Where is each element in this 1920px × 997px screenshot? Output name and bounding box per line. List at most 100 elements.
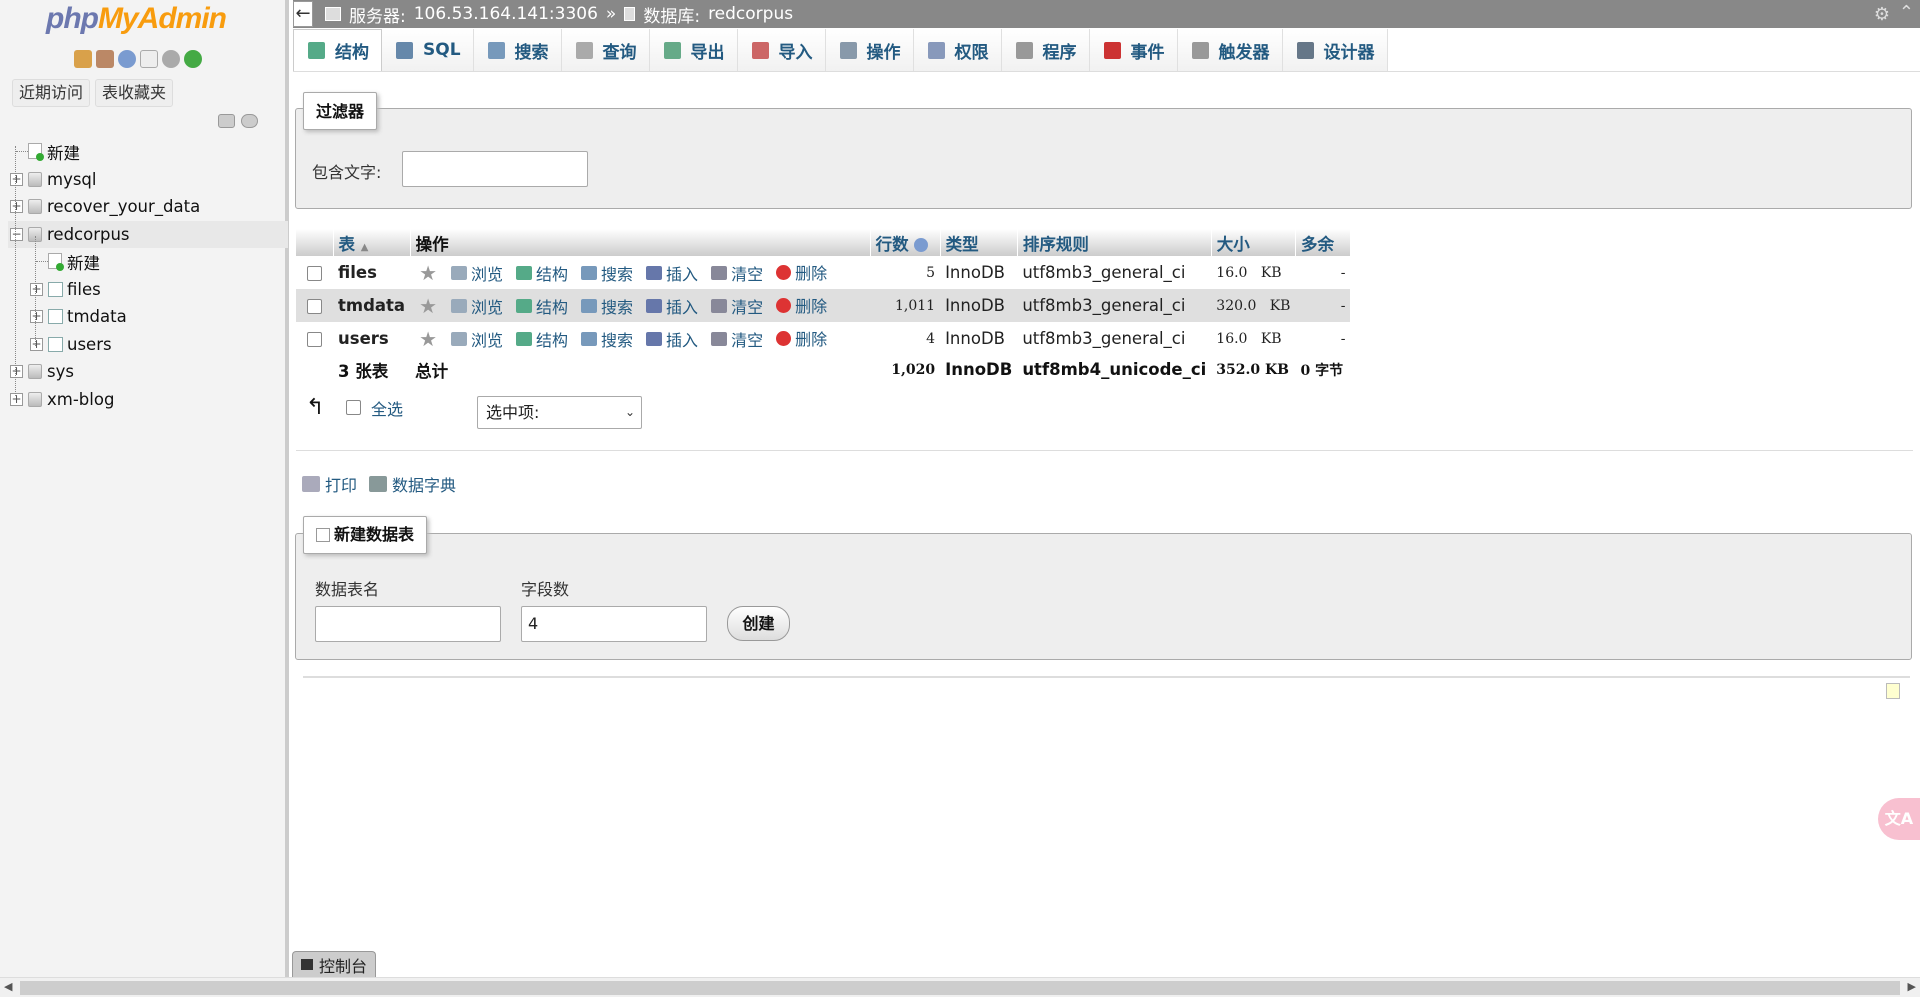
database-link[interactable]: redcorpus: [708, 4, 793, 24]
tab-query[interactable]: 查询: [561, 29, 650, 71]
collapse-all-icon[interactable]: [218, 114, 235, 128]
scrollbar-thumb[interactable]: [20, 981, 1900, 995]
tab-structure[interactable]: 结构: [293, 29, 382, 71]
tree-item-label[interactable]: 新建: [47, 140, 80, 164]
header-overhead[interactable]: 多余: [1295, 229, 1351, 256]
header-table[interactable]: 表 ▲: [333, 229, 411, 256]
search-link[interactable]: 搜索: [581, 294, 633, 318]
tree-item--[interactable]: 新建: [8, 138, 288, 166]
tree-item-mysql[interactable]: + mysql: [8, 166, 288, 194]
table-name-input[interactable]: [315, 606, 501, 642]
home-icon[interactable]: [74, 50, 92, 68]
tree-item-xm-blog[interactable]: + xm-blog: [8, 386, 288, 414]
print-link[interactable]: 打印: [302, 472, 357, 496]
tree-item-label[interactable]: tmdata: [67, 307, 127, 326]
drop-link[interactable]: 删除: [776, 260, 827, 284]
tab-events[interactable]: 事件: [1089, 29, 1178, 71]
tree-item-label[interactable]: users: [67, 335, 112, 354]
tree-item-label[interactable]: xm-blog: [47, 390, 114, 409]
settings-icon[interactable]: [162, 50, 180, 68]
help-icon[interactable]: [118, 50, 136, 68]
header-collation[interactable]: 排序规则: [1017, 229, 1212, 256]
column-count-input[interactable]: 4: [521, 606, 707, 642]
horizontal-scrollbar[interactable]: ◀ ▶: [0, 977, 1920, 997]
tab-triggers[interactable]: 触发器: [1177, 29, 1283, 71]
header-rows[interactable]: 行数: [870, 229, 941, 256]
tree-item--[interactable]: 新建: [8, 248, 288, 276]
tree-item-label[interactable]: sys: [47, 362, 74, 381]
console-tab[interactable]: 控制台: [292, 951, 376, 977]
tab-routines[interactable]: 程序: [1001, 29, 1090, 71]
collapse-icon[interactable]: −: [10, 227, 23, 241]
insert-link[interactable]: 插入: [646, 261, 698, 285]
search-link[interactable]: 搜索: [581, 327, 633, 351]
tree-item-label[interactable]: files: [67, 280, 101, 299]
favorite-star-icon[interactable]: ★: [419, 294, 437, 318]
expand-icon[interactable]: +: [10, 392, 23, 406]
tree-item-label[interactable]: mysql: [47, 170, 97, 189]
tab-designer[interactable]: 设计器: [1282, 29, 1388, 71]
browse-link[interactable]: 浏览: [451, 327, 503, 351]
favorite-star-icon[interactable]: ★: [419, 261, 437, 285]
row-size[interactable]: 16.0 KB: [1211, 256, 1295, 289]
favorite-star-icon[interactable]: ★: [419, 327, 437, 351]
structure-link[interactable]: 结构: [516, 327, 568, 351]
row-size[interactable]: 16.0 KB: [1211, 322, 1295, 355]
row-size[interactable]: 320.0 KB: [1211, 289, 1296, 322]
tab-export[interactable]: 导出: [649, 29, 738, 71]
tab-wrench[interactable]: 操作: [825, 29, 914, 71]
drop-link[interactable]: 删除: [776, 326, 827, 350]
expand-icon[interactable]: +: [10, 172, 23, 186]
exit-icon[interactable]: [96, 50, 114, 68]
collapse-icon[interactable]: ⌃: [1899, 2, 1914, 23]
drop-link[interactable]: 删除: [776, 293, 827, 317]
expand-icon[interactable]: +: [10, 200, 23, 213]
empty-link[interactable]: 清空: [711, 261, 763, 285]
with-selected-dropdown[interactable]: 选中项: ⌄: [477, 396, 642, 429]
tree-item-label[interactable]: redcorpus: [47, 225, 130, 244]
tree-item-recover-your-data[interactable]: + recover_your_data: [8, 193, 288, 221]
filter-input[interactable]: [402, 151, 588, 187]
page-settings-icon[interactable]: [1886, 683, 1900, 699]
tree-item-redcorpus[interactable]: − redcorpus: [8, 220, 288, 248]
search-link[interactable]: 搜索: [581, 261, 633, 285]
tree-item-users[interactable]: + users: [8, 331, 288, 359]
structure-link[interactable]: 结构: [516, 294, 568, 318]
insert-link[interactable]: 插入: [646, 327, 698, 351]
expand-icon[interactable]: +: [10, 365, 23, 378]
tab-search[interactable]: 搜索: [473, 29, 562, 71]
insert-link[interactable]: 插入: [646, 294, 698, 318]
favorites-tab[interactable]: 表收藏夹: [95, 79, 174, 107]
tab-privileges[interactable]: 权限: [913, 29, 1002, 71]
header-size[interactable]: 大小: [1211, 229, 1296, 256]
expand-icon[interactable]: +: [30, 310, 43, 323]
expand-icon[interactable]: +: [30, 282, 43, 296]
check-all-checkbox[interactable]: [346, 400, 361, 415]
empty-link[interactable]: 清空: [711, 294, 763, 318]
server-link[interactable]: 106.53.164.141:3306: [414, 4, 598, 24]
expand-icon[interactable]: +: [30, 337, 43, 351]
tree-item-files[interactable]: + files: [8, 276, 288, 304]
tree-item-label[interactable]: recover_your_data: [47, 197, 200, 216]
table-name-link[interactable]: files: [333, 256, 410, 289]
tree-item-tmdata[interactable]: + tmdata: [8, 303, 288, 331]
table-name-link[interactable]: users: [333, 322, 410, 355]
gear-icon[interactable]: ⚙: [1874, 4, 1890, 25]
row-checkbox[interactable]: [307, 299, 322, 314]
row-checkbox[interactable]: [307, 266, 322, 281]
docs-icon[interactable]: [140, 50, 158, 68]
recent-tab[interactable]: 近期访问: [12, 79, 91, 107]
back-arrow-icon[interactable]: ←: [293, 1, 313, 27]
tree-item-sys[interactable]: + sys: [8, 358, 288, 386]
browse-link[interactable]: 浏览: [451, 294, 503, 318]
browse-link[interactable]: 浏览: [451, 261, 503, 285]
create-button[interactable]: 创建: [727, 606, 790, 641]
tree-item-label[interactable]: 新建: [67, 250, 100, 274]
header-type[interactable]: 类型: [940, 229, 1018, 256]
tab-import[interactable]: 导入: [737, 29, 826, 71]
empty-link[interactable]: 清空: [711, 327, 763, 351]
tab-sql[interactable]: SQL: [382, 29, 474, 71]
table-name-link[interactable]: tmdata: [333, 289, 411, 322]
structure-link[interactable]: 结构: [516, 261, 568, 285]
link-icon[interactable]: [241, 114, 258, 128]
